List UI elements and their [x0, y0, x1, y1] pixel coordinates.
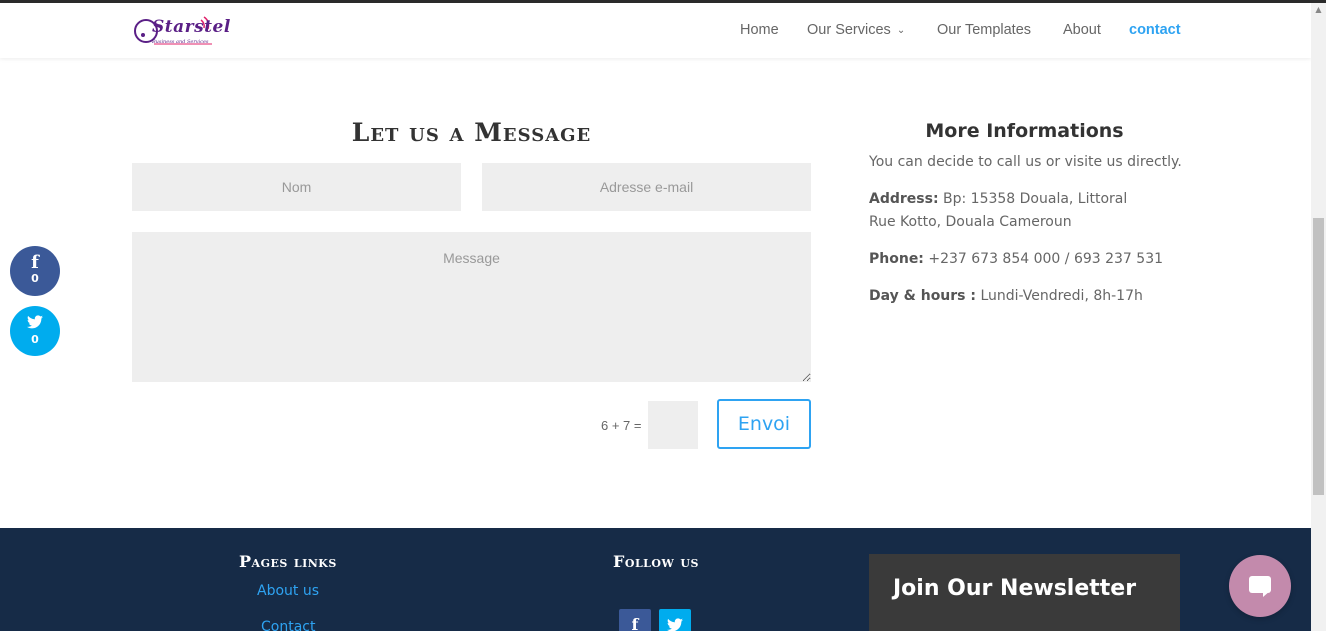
chevron-down-icon: ⌄	[896, 25, 906, 36]
twitter-share-count: 0	[31, 333, 39, 346]
address-line1: Bp: 15358 Douala, Littoral	[943, 191, 1128, 207]
more-info-title: More Informations	[925, 120, 1124, 142]
facebook-icon: f	[31, 252, 39, 273]
footer-link-about-us[interactable]: About us	[257, 583, 319, 599]
site-footer: Pages links About us Contact Follow us f…	[0, 528, 1311, 631]
nav-our-templates[interactable]: Our Templates	[937, 22, 1031, 38]
footer-facebook-button[interactable]: f	[619, 609, 651, 631]
pages-links-heading: Pages links	[239, 552, 337, 571]
phone-value: +237 673 854 000 / 693 237 531	[928, 251, 1164, 267]
info-address: Address: Bp: 15358 Douala, Littoral Rue K…	[869, 188, 1127, 234]
facebook-share-button[interactable]: f 0	[10, 246, 60, 296]
info-phone: Phone: +237 673 854 000 / 693 237 531	[869, 248, 1163, 271]
facebook-icon: f	[631, 615, 639, 631]
main-nav: Home Our Services ⌄ Our Templates About c…	[0, 22, 1311, 42]
name-input[interactable]	[132, 163, 461, 211]
site-header: Starstel Business and Services Home Our …	[0, 3, 1311, 58]
facebook-share-count: 0	[31, 272, 39, 285]
captcha-input[interactable]	[648, 401, 698, 449]
twitter-share-button[interactable]: 0	[10, 306, 60, 356]
address-label: Address:	[869, 191, 939, 207]
page-scrollbar[interactable]: ▲	[1311, 3, 1326, 631]
chat-bubble-tail	[1263, 591, 1270, 597]
message-textarea[interactable]	[132, 232, 811, 382]
nav-our-services[interactable]: Our Services ⌄	[807, 22, 905, 38]
chat-button[interactable]	[1229, 555, 1291, 617]
hours-label: Day & hours :	[869, 288, 976, 304]
scrollbar-thumb[interactable]	[1313, 218, 1324, 495]
info-hours: Day & hours : Lundi-Vendredi, 8h-17h	[869, 285, 1143, 308]
twitter-icon	[667, 618, 683, 631]
footer-link-contact[interactable]: Contact	[261, 619, 315, 631]
address-line2: Rue Kotto, Douala Cameroun	[869, 214, 1072, 230]
footer-twitter-button[interactable]	[659, 609, 691, 631]
follow-us-heading: Follow us	[613, 552, 699, 571]
email-input[interactable]	[482, 163, 811, 211]
contact-form-title: Let us a Message	[351, 118, 592, 147]
newsletter-box: Join Our Newsletter	[869, 554, 1180, 631]
twitter-icon	[10, 306, 60, 334]
info-intro: You can decide to call us or visite us d…	[869, 154, 1182, 170]
newsletter-title: Join Our Newsletter	[893, 576, 1137, 601]
phone-label: Phone:	[869, 251, 924, 267]
captcha-question: 6 + 7 =	[601, 418, 642, 433]
nav-our-services-label: Our Services	[807, 22, 891, 38]
nav-home[interactable]: Home	[740, 22, 779, 38]
submit-button[interactable]: Envoi	[717, 399, 811, 449]
scroll-up-arrow-icon[interactable]: ▲	[1311, 5, 1326, 15]
hours-value: Lundi-Vendredi, 8h-17h	[980, 288, 1143, 304]
nav-contact[interactable]: contact	[1129, 22, 1181, 38]
nav-about[interactable]: About	[1063, 22, 1101, 38]
